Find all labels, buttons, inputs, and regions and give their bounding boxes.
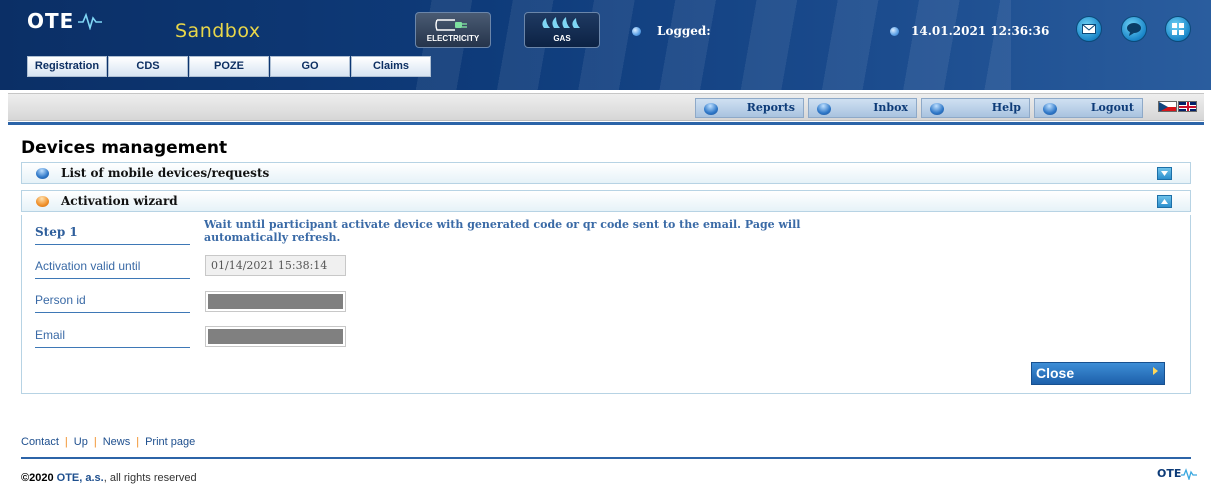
server-datetime: 14.01.2021 12:36:36: [911, 24, 1050, 38]
footer-link-contact[interactable]: Contact: [21, 436, 59, 448]
help-button[interactable]: Help: [921, 98, 1030, 118]
close-label: Close: [1036, 365, 1075, 381]
status-dot-icon: [632, 27, 641, 36]
uk-flag-icon[interactable]: [1178, 101, 1197, 112]
separator: |: [64, 436, 68, 448]
copyright-rest: , all rights reserved: [103, 472, 197, 484]
activation-valid-field: 01/14/2021 15:38:14: [205, 255, 346, 276]
panel-title: List of mobile devices/requests: [61, 166, 270, 180]
footer-link-print[interactable]: Print page: [145, 436, 195, 448]
nav-tab-poze[interactable]: POZE: [189, 56, 269, 77]
nav-tab-go[interactable]: GO: [270, 56, 350, 77]
windows-icon: [1172, 23, 1184, 35]
person-id-field: [205, 291, 346, 312]
clock-dot-icon: [890, 27, 899, 36]
field-label-person-id: Person id: [35, 287, 190, 313]
reports-label: Reports: [746, 101, 795, 114]
panel-ball-icon: [36, 196, 49, 207]
copyright-year: ©2020: [21, 472, 54, 484]
logout-ball-icon: [1043, 103, 1057, 115]
mail-icon: [1082, 24, 1096, 34]
ote-logo[interactable]: OTE: [27, 9, 103, 33]
close-button[interactable]: Close: [1031, 362, 1165, 385]
footer-logo-text: OTE: [1157, 467, 1182, 480]
toolbar: Reports Inbox Help Logout: [8, 93, 1204, 121]
environment-label: Sandbox: [175, 20, 261, 42]
reports-ball-icon: [704, 103, 718, 115]
app-header: OTE Sandbox ELECTRICITY GAS Logged: 14.0…: [0, 0, 1211, 90]
nav-tab-claims[interactable]: Claims: [351, 56, 431, 77]
gas-flame-icon: [542, 17, 580, 28]
language-switcher: [1158, 101, 1197, 112]
separator: |: [136, 436, 140, 448]
copyright-org[interactable]: OTE, a.s.: [57, 472, 104, 484]
gas-segment-button[interactable]: GAS: [524, 12, 600, 48]
divider: [8, 122, 1204, 125]
help-label: Help: [991, 101, 1021, 114]
step-label: Step 1: [35, 219, 190, 245]
electricity-segment-button[interactable]: ELECTRICITY: [415, 12, 491, 48]
cz-flag-icon[interactable]: [1158, 101, 1177, 112]
logo-text: OTE: [27, 9, 75, 33]
footer-logo: OTE: [1157, 467, 1198, 480]
nav-tab-registration[interactable]: Registration: [27, 56, 107, 77]
windows-button[interactable]: [1165, 16, 1191, 42]
help-ball-icon: [930, 103, 944, 115]
reports-button[interactable]: Reports: [695, 98, 804, 118]
page-title: Devices management: [21, 138, 228, 158]
footer-link-news[interactable]: News: [103, 436, 131, 448]
nav-tab-cds[interactable]: CDS: [108, 56, 188, 77]
panel-title: Activation wizard: [61, 194, 178, 208]
logo-wave-icon: [1181, 467, 1198, 480]
chevron-down-icon: [1161, 171, 1168, 176]
collapse-button[interactable]: [1157, 195, 1172, 208]
separator: |: [93, 436, 97, 448]
footer-link-up[interactable]: Up: [74, 436, 88, 448]
inbox-button[interactable]: Inbox: [808, 98, 917, 118]
panel-activation-wizard[interactable]: Activation wizard: [21, 190, 1191, 212]
electricity-label: ELECTRICITY: [426, 34, 480, 43]
activation-wizard-body: Step 1 Wait until participant activate d…: [21, 215, 1191, 394]
arrow-right-icon: [1153, 367, 1158, 375]
logo-wave-icon: [78, 12, 103, 30]
inbox-label: Inbox: [873, 101, 908, 114]
electric-plug-icon: [435, 19, 467, 31]
email-field: [205, 326, 346, 347]
chat-button[interactable]: [1121, 16, 1147, 42]
footer-links: Contact | Up | News | Print page: [21, 436, 195, 448]
field-label-activation-valid: Activation valid until: [35, 253, 190, 279]
logged-label: Logged:: [657, 24, 711, 38]
inbox-ball-icon: [817, 103, 831, 115]
redacted-value: [208, 329, 343, 344]
logout-button[interactable]: Logout: [1034, 98, 1143, 118]
main-nav: Registration CDS POZE GO Claims: [27, 56, 432, 77]
chevron-up-icon: [1161, 199, 1168, 204]
panel-devices-list[interactable]: List of mobile devices/requests: [21, 162, 1191, 184]
chat-icon: [1127, 23, 1141, 36]
expand-button[interactable]: [1157, 167, 1172, 180]
logout-label: Logout: [1090, 101, 1134, 114]
redacted-value: [208, 294, 343, 309]
wizard-message: Wait until participant activate device w…: [204, 218, 801, 244]
field-label-email: Email: [35, 322, 190, 348]
panel-ball-icon: [36, 168, 49, 179]
footer-divider: [21, 457, 1191, 459]
mail-button[interactable]: [1076, 16, 1102, 42]
gas-label: GAS: [553, 34, 571, 43]
copyright: ©2020 OTE, a.s., all rights reserved: [21, 472, 197, 484]
